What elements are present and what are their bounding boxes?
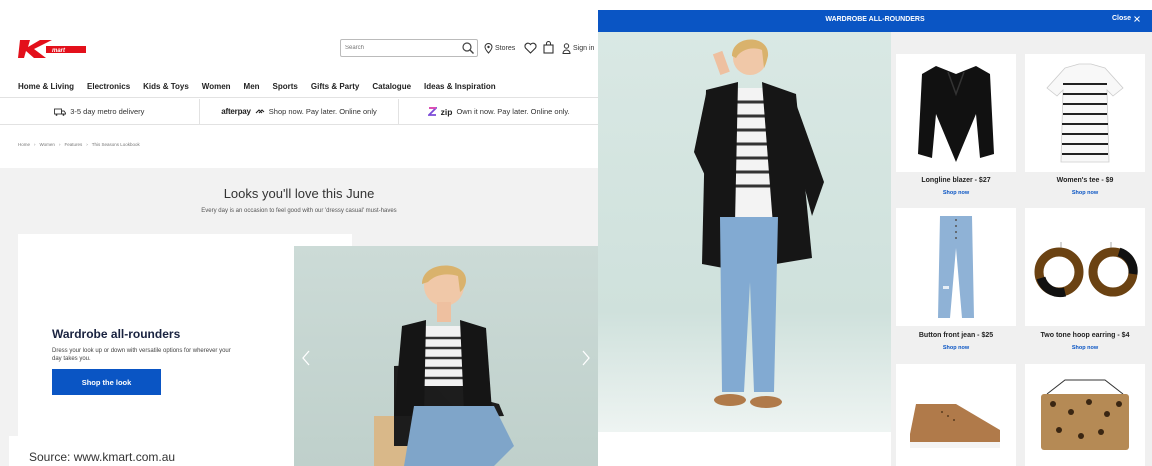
modal-title: WARDROBE ALL-ROUNDERS [825, 16, 925, 23]
nav-electronics[interactable]: Electronics [87, 82, 130, 91]
breadcrumb-separator: › [34, 142, 36, 147]
shop-now-link-blazer[interactable]: Shop now [896, 190, 1016, 196]
nav-sports[interactable]: Sports [273, 82, 298, 91]
nav-men[interactable]: Men [244, 82, 260, 91]
promo-afterpay[interactable]: afterpay Shop now. Pay later. Online onl… [200, 99, 400, 124]
product-tile-bag[interactable] [1025, 364, 1145, 466]
zip-brand: zip [440, 106, 453, 117]
kmart-logo[interactable]: mart [18, 38, 88, 60]
svg-text:mart: mart [52, 48, 66, 54]
jean-image [938, 216, 974, 318]
shop-now-link-jean[interactable]: Shop now [896, 345, 1016, 351]
promo-delivery[interactable]: 3-5 day metro delivery [0, 99, 200, 124]
screenshot-composite: mart Stores Sign in [0, 0, 1152, 466]
shop-the-look-button[interactable]: Shop the look [52, 369, 161, 395]
close-label: Close [1111, 15, 1131, 22]
lookbook-page: mart Stores Sign in [0, 0, 598, 466]
afterpay-text: Shop now. Pay later. Online only [268, 107, 377, 116]
nav-kids-toys[interactable]: Kids & Toys [143, 82, 189, 91]
carousel-next-icon[interactable] [581, 350, 591, 366]
product-name-blazer: Longline blazer - $27 [921, 177, 991, 184]
afterpay-logo: afterpay [221, 107, 251, 116]
product-tile-jean[interactable] [896, 208, 1016, 326]
product-name-jean: Button front jean - $25 [918, 332, 994, 339]
product-name-tee: Women's tee - $9 [1056, 177, 1114, 184]
delivery-text: 3-5 day metro delivery [70, 107, 145, 116]
card-title: Wardrobe all-rounders [52, 327, 181, 341]
product-tile-tee[interactable] [1025, 54, 1145, 172]
product-name-earring: Two tone hoop earring - $4 [1040, 332, 1130, 339]
user-icon [562, 42, 571, 54]
wishlist-heart-icon[interactable] [524, 42, 537, 54]
product-tile-blazer[interactable] [896, 54, 1016, 172]
breadcrumb-home[interactable]: Home [18, 142, 30, 147]
promo-bar: 3-5 day metro delivery afterpay Shop now… [0, 99, 598, 125]
zip-text: Own it now. Pay later. Online only. [456, 107, 570, 116]
stores-link[interactable]: Stores [484, 40, 515, 56]
promo-zip[interactable]: zip Own it now. Pay later. Online only. [399, 99, 598, 124]
hero-subtitle: Every day is an occasion to feel good wi… [201, 208, 397, 214]
delivery-truck-icon [54, 108, 67, 116]
modal-close-button[interactable]: Close [1112, 15, 1140, 22]
shop-now-link-tee[interactable]: Shop now [1025, 190, 1145, 196]
location-pin-icon [484, 42, 493, 54]
signin-link[interactable]: Sign in [562, 40, 594, 56]
afterpay-arrows-icon [255, 109, 265, 114]
hero-carousel-image [294, 246, 598, 466]
nav-ideas-inspiration[interactable]: Ideas & Inspiration [424, 82, 496, 91]
signin-label: Sign in [573, 44, 595, 52]
brogue-shoe-image [910, 404, 1000, 448]
leopard-bag-image [1041, 379, 1129, 462]
search-icon[interactable] [461, 41, 475, 55]
nav-women[interactable]: Women [202, 82, 231, 91]
card-description: Dress your look up or down with versatil… [52, 348, 231, 362]
carousel-prev-icon[interactable] [301, 350, 311, 366]
product-tile-earring[interactable] [1025, 208, 1145, 326]
nav-gifts-party[interactable]: Gifts & Party [311, 82, 359, 91]
breadcrumb-current: This Seasons Lookbook [91, 142, 140, 147]
nav-home-living[interactable]: Home & Living [18, 82, 74, 91]
nav-divider [0, 97, 598, 98]
stores-label: Stores [495, 44, 516, 52]
shop-the-look-modal: WARDROBE ALL-ROUNDERS Close Longline bla… [598, 0, 1152, 466]
shop-now-link-earring[interactable]: Shop now [1025, 345, 1145, 351]
cart-bag-icon[interactable] [543, 41, 554, 54]
breadcrumb-separator: › [58, 142, 61, 147]
seated-model-illustration [374, 265, 514, 466]
close-icon [1134, 15, 1140, 22]
model-photo [598, 32, 893, 432]
product-tile-shoe[interactable] [896, 364, 1016, 466]
breadcrumb-women[interactable]: Women [40, 142, 55, 147]
zip-logo-icon [427, 107, 437, 116]
breadcrumb: Home › Women › Features › This Seasons Look… [18, 142, 140, 147]
breadcrumb-separator: › [86, 142, 88, 147]
nav-catalogue[interactable]: Catalogue [372, 82, 411, 91]
search-input[interactable] [340, 39, 478, 57]
hoop-earring-image [1034, 242, 1138, 298]
main-nav: Home & Living Electronics Kids & Toys Wo… [18, 82, 496, 91]
source-caption: Source: www.kmart.com.au [9, 436, 289, 466]
standing-model-illustration [694, 39, 824, 408]
breadcrumb-features[interactable]: Features [64, 142, 82, 147]
hero-title: Looks you'll love this June [223, 186, 375, 201]
blazer-image [918, 66, 994, 162]
striped-tee-image [1046, 63, 1124, 163]
